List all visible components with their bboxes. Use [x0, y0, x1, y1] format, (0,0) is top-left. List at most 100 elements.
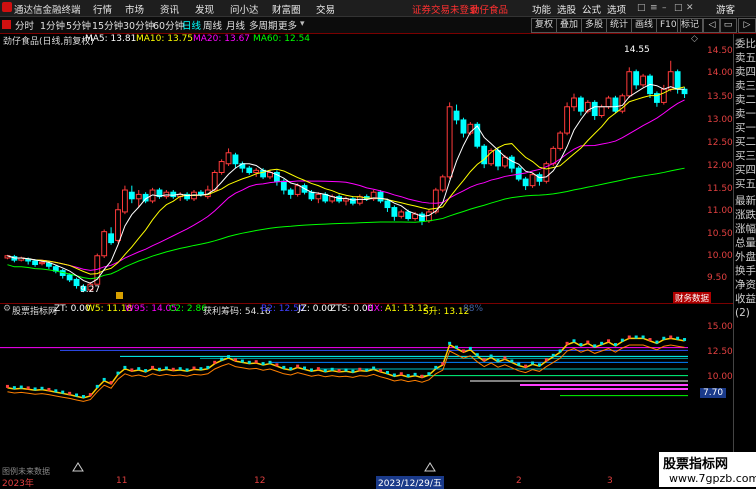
candle-up[interactable]	[425, 211, 432, 222]
candle-down[interactable]	[108, 233, 115, 244]
period-fenshi[interactable]: 分时	[13, 18, 36, 32]
candle-up[interactable]	[398, 211, 405, 217]
close-icon[interactable]: ✕	[686, 3, 694, 13]
candle-up[interactable]	[571, 97, 577, 108]
candle-up[interactable]	[315, 193, 322, 200]
expand-icon[interactable]: ▭	[719, 18, 737, 33]
fuquan-button[interactable]: 复权	[531, 18, 558, 33]
menu-gongneng[interactable]: 功能	[532, 2, 551, 16]
candle-down[interactable]	[453, 110, 460, 121]
candle-up[interactable]	[121, 189, 128, 213]
menu-shichang[interactable]: 市场	[125, 2, 144, 16]
price-tick: 13.50	[707, 92, 733, 102]
candlestick-chart[interactable]	[0, 46, 700, 303]
user-guest[interactable]: 游客	[716, 2, 735, 16]
minimize-icon[interactable]: –	[662, 3, 667, 13]
candle-down[interactable]	[508, 156, 515, 169]
indicator-dot	[572, 339, 576, 343]
menu-faxian[interactable]: 发现	[195, 2, 214, 16]
candle-up[interactable]	[557, 132, 564, 149]
period-15min[interactable]: 15分钟	[90, 18, 125, 32]
candle-down[interactable]	[384, 200, 391, 209]
indicator-dot	[441, 362, 445, 366]
candle-up[interactable]	[135, 193, 142, 200]
candle-down[interactable]	[197, 191, 204, 195]
candle-down[interactable]	[232, 154, 239, 165]
sidebar-toggle-icon[interactable]: ▷	[738, 18, 756, 33]
period-weekly[interactable]: 周线	[201, 18, 224, 32]
candle-down[interactable]	[591, 101, 598, 117]
settings-icon[interactable]: ◇	[691, 34, 698, 44]
menu-jiaoyi[interactable]: 交易	[316, 2, 335, 16]
candle-down[interactable]	[633, 71, 640, 86]
candle-down[interactable]	[66, 274, 73, 281]
candle-up[interactable]	[564, 106, 571, 134]
candle-up[interactable]	[225, 152, 232, 165]
period-5min[interactable]: 5分钟	[64, 18, 93, 32]
window-menu-icon[interactable]: ≡	[650, 3, 658, 13]
candle-down[interactable]	[681, 88, 688, 95]
candle-down[interactable]	[495, 150, 501, 167]
menu-caifuquan[interactable]: 财富圈	[272, 2, 301, 16]
candle-down[interactable]	[45, 262, 52, 267]
candle-down[interactable]	[170, 191, 177, 198]
period-1min[interactable]: 1分钟	[38, 18, 67, 32]
candle-up[interactable]	[218, 161, 225, 174]
candle-up[interactable]	[598, 106, 605, 117]
more-chevron-icon[interactable]: ▾	[300, 19, 305, 29]
period-multi[interactable]: 多周期	[247, 18, 280, 32]
candle-down[interactable]	[405, 211, 412, 220]
candle-down[interactable]	[287, 189, 294, 195]
login-warning[interactable]: 证券交易未登录	[412, 2, 479, 16]
candle-up[interactable]	[626, 71, 633, 97]
candle-up[interactable]	[439, 176, 446, 191]
candle-down[interactable]	[522, 178, 529, 187]
candle-down[interactable]	[612, 97, 619, 112]
menu-hangqing[interactable]: 行情	[93, 2, 112, 16]
candle-down[interactable]	[128, 191, 135, 200]
candle-down[interactable]	[246, 167, 253, 173]
candle-up[interactable]	[640, 75, 647, 86]
candle-down[interactable]	[419, 213, 425, 222]
indicator-dot	[510, 359, 514, 363]
indicator-chart[interactable]	[0, 313, 700, 473]
candle-up[interactable]	[253, 169, 260, 173]
candle-up[interactable]	[605, 97, 612, 108]
candle-down[interactable]	[280, 180, 287, 191]
menu-xuangu[interactable]: 选股	[557, 2, 576, 16]
candle-down[interactable]	[460, 119, 467, 134]
candle-up[interactable]	[39, 261, 45, 265]
candle-down[interactable]	[73, 278, 80, 287]
menu-zixun[interactable]: 资讯	[160, 2, 179, 16]
candle-up[interactable]	[529, 174, 536, 187]
candle-up[interactable]	[660, 88, 667, 103]
candle-down[interactable]	[577, 97, 584, 112]
candle-up[interactable]	[101, 231, 108, 257]
huaxian-button[interactable]: 画线	[631, 18, 658, 33]
candle-down[interactable]	[308, 191, 315, 200]
tongji-button[interactable]: 统计	[606, 18, 633, 33]
candle-down[interactable]	[32, 260, 39, 266]
window-square-icon[interactable]: □	[637, 3, 646, 13]
diejia-button[interactable]: 叠加	[556, 18, 583, 33]
period-daily[interactable]: 日线	[180, 18, 203, 32]
period-more[interactable]: 更多	[276, 18, 299, 32]
stock-link[interactable]: 劲仔食品	[470, 2, 508, 16]
candle-up[interactable]	[294, 185, 301, 195]
event-marker[interactable]	[116, 292, 123, 299]
biaoji-button[interactable]: 标记	[677, 18, 704, 33]
indicator-dot	[558, 349, 562, 353]
menu-xuanxiang[interactable]: 选项	[607, 2, 626, 16]
candle-down[interactable]	[391, 207, 398, 217]
period-monthly[interactable]: 月线	[224, 18, 247, 32]
candle-up[interactable]	[501, 156, 508, 167]
candle-up[interactable]	[115, 209, 121, 241]
candle-down[interactable]	[674, 71, 681, 90]
maximize-icon[interactable]: □	[674, 3, 683, 13]
menu-gongshi[interactable]: 公式	[582, 2, 601, 16]
candle-up[interactable]	[550, 147, 557, 165]
menu-wenxiaoda[interactable]: 问小达	[230, 2, 259, 16]
candle-down[interactable]	[377, 191, 384, 202]
duogu-button[interactable]: 多股	[581, 18, 608, 33]
candle-up[interactable]	[446, 106, 453, 178]
